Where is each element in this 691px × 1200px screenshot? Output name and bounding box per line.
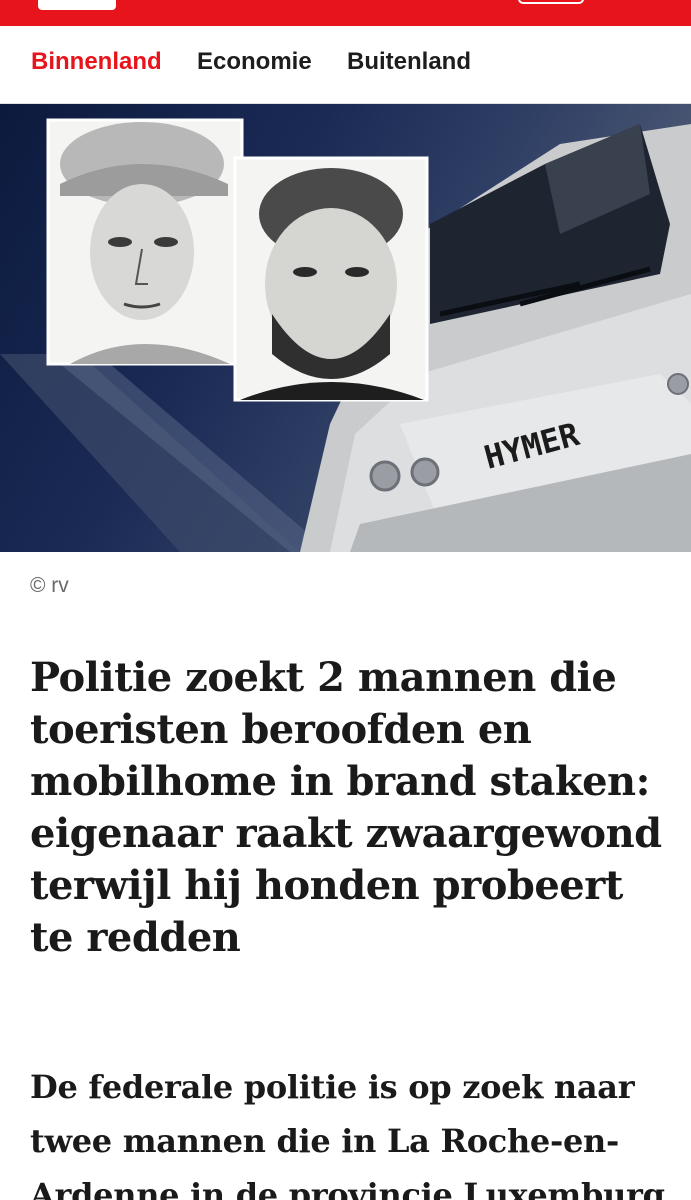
- suspect-sketch-1: [46, 118, 244, 366]
- section-navigation: Binnenland Economie Buitenland: [0, 26, 691, 104]
- article-lead: De federale politie is op zoek naar twee…: [30, 1068, 665, 1200]
- tab-economie[interactable]: Economie: [197, 48, 312, 76]
- menu-button[interactable]: [518, 0, 584, 4]
- hero-illustration: HYMER: [0, 118, 691, 552]
- tab-buitenland[interactable]: Buitenland: [347, 48, 471, 76]
- tab-binnenland[interactable]: Binnenland: [31, 48, 162, 76]
- site-logo[interactable]: [38, 0, 116, 10]
- top-header-bar: [0, 0, 691, 26]
- photo-credit: © rv: [30, 574, 69, 597]
- article-hero-image[interactable]: HYMER: [0, 104, 691, 552]
- article-headline: Politie zoekt 2 mannen die toeristen ber…: [30, 654, 662, 961]
- suspect-sketch-2: [233, 156, 429, 402]
